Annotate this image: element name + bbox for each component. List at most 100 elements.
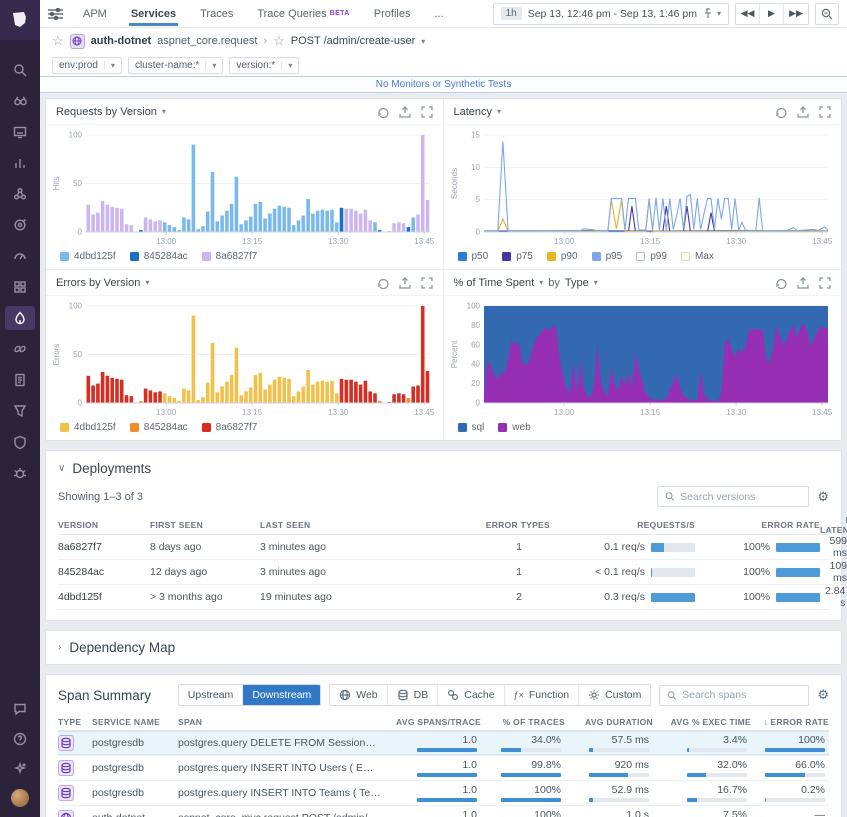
deployments-settings-gear-icon[interactable]: ⚙ [817, 489, 829, 505]
chevron-down-icon[interactable]: ▾ [162, 107, 166, 116]
column-header[interactable]: REQUESTS/S [550, 520, 695, 530]
latency-chart-title[interactable]: Latency [454, 106, 493, 118]
chart-type-icon[interactable] [377, 277, 389, 289]
time-spent-chart[interactable]: 020406080100Percent13:0013:1513:3013:45 [450, 298, 834, 418]
time-back-button[interactable]: ◀◀ [736, 4, 760, 24]
sidebar-item-service-map[interactable] [5, 337, 35, 361]
spans-settings-gear-icon[interactable]: ⚙ [817, 687, 829, 703]
tab-apm[interactable]: APM [73, 2, 117, 25]
fullscreen-icon[interactable] [819, 277, 831, 289]
monitors-banner[interactable]: No Monitors or Synthetic Tests [40, 76, 847, 93]
sidebar-item-errors[interactable] [5, 461, 35, 485]
legend-item-845284ac[interactable]: 845284ac [130, 422, 188, 433]
tab-trace-queries[interactable]: Trace QueriesBETA [247, 2, 359, 25]
requests-chart-title[interactable]: Requests by Version [56, 106, 157, 118]
favorite-resource-star-icon[interactable]: ☆ [273, 33, 285, 49]
filter-function-button[interactable]: ƒ×Function [505, 685, 580, 705]
chevron-down-icon[interactable]: ▾ [145, 278, 149, 287]
filter-web-button[interactable]: Web [330, 685, 387, 705]
tab--[interactable]: ... [424, 2, 453, 25]
column-header[interactable]: AVG % EXEC TIME [653, 717, 751, 727]
column-header[interactable]: LAST SEEN [260, 520, 410, 530]
legend-item-p99[interactable]: p99 [636, 251, 667, 262]
column-header[interactable]: ERROR RATE [695, 520, 820, 530]
span-name[interactable]: postgres.query DELETE FROM Sessions WHER… [178, 737, 389, 749]
span-name[interactable]: aspnet_core_mvc.request POST /admin/crea… [178, 812, 389, 817]
sidebar-item-watchdog[interactable] [5, 89, 35, 113]
chevron-down-icon[interactable]: ▾ [594, 278, 598, 287]
sidebar-item-monitors[interactable] [5, 244, 35, 268]
table-row[interactable]: auth-dotnetaspnet_core_mvc.request POST … [58, 806, 829, 817]
table-row[interactable]: 845284ac12 days ago3 minutes ago1< 0.1 r… [58, 560, 829, 585]
chevron-down-icon[interactable]: ▾ [539, 278, 543, 287]
sidebar-item-shortcuts[interactable] [5, 759, 35, 779]
sidebar-item-logs[interactable] [5, 368, 35, 392]
span-name[interactable]: postgres.query INSERT INTO Users ( Email… [178, 762, 389, 774]
filter-pill-version[interactable]: version:*▾ [229, 57, 299, 74]
deployments-collapse-icon[interactable]: ∨ [58, 463, 65, 474]
tab-services[interactable]: Services [121, 2, 186, 25]
chevron-down-icon[interactable]: ▾ [104, 61, 115, 70]
sidebar-item-metrics[interactable] [5, 151, 35, 175]
sidebar-item-infrastructure[interactable] [5, 182, 35, 206]
legend-item-p95[interactable]: p95 [592, 251, 623, 262]
errors-chart-title[interactable]: Errors by Version [56, 277, 140, 289]
time-spent-group-select[interactable]: Type [565, 277, 589, 289]
filter-cache-button[interactable]: Cache [438, 685, 504, 705]
table-row[interactable]: 8a6827f78 days ago3 minutes ago10.1 req/… [58, 535, 829, 560]
sidebar-item-apm[interactable] [5, 306, 35, 330]
chevron-down-icon[interactable]: ▾ [281, 61, 292, 70]
dependency-map-title[interactable]: Dependency Map [69, 640, 175, 655]
export-icon[interactable] [399, 106, 411, 118]
sidebar-item-ci-pipelines[interactable] [5, 399, 35, 423]
chart-type-icon[interactable] [377, 106, 389, 118]
export-icon[interactable] [797, 106, 809, 118]
legend-item-sql[interactable]: sql [458, 422, 485, 433]
upstream-toggle-button[interactable]: Upstream [179, 685, 244, 705]
table-row[interactable]: 4dbd125f> 3 months ago19 minutes ago20.3… [58, 585, 829, 610]
sidebar-item-security[interactable] [5, 430, 35, 454]
requests-by-version-chart[interactable]: 050100Hits13:0013:1513:3013:45 [52, 127, 436, 247]
column-header[interactable]: AVG SPANS/TRACE [389, 717, 481, 727]
spans-search[interactable] [659, 685, 809, 706]
sidebar-item-dashboards[interactable] [5, 120, 35, 144]
sidebar-item-chat[interactable] [5, 699, 35, 719]
fullscreen-icon[interactable] [421, 106, 433, 118]
errors-by-version-chart[interactable]: 050100Errors13:0013:1513:3013:45 [52, 298, 436, 418]
column-header[interactable]: P95 LATENCY [820, 515, 847, 535]
column-header[interactable]: FIRST SEEN [150, 520, 260, 530]
sidebar-item-help[interactable] [5, 729, 35, 749]
legend-item-Max[interactable]: Max [681, 251, 714, 262]
table-row[interactable]: postgresdbpostgres.query DELETE FROM Ses… [58, 731, 829, 756]
breadcrumb-service[interactable]: auth-dotnet [91, 35, 151, 47]
tab-traces[interactable]: Traces [190, 2, 243, 25]
filter-pill-env[interactable]: env:prod▾ [52, 57, 122, 74]
legend-item-web[interactable]: web [498, 422, 530, 433]
filter-custom-button[interactable]: Custom [579, 685, 650, 705]
versions-search[interactable] [657, 486, 809, 507]
dependency-map-expand-icon[interactable]: › [58, 642, 61, 653]
column-header[interactable]: ERROR TYPES [410, 520, 550, 530]
legend-item-p75[interactable]: p75 [502, 251, 533, 262]
time-range-picker[interactable]: 1h Sep 13, 12:46 pm - Sep 13, 1:46 pm ▾ [493, 3, 729, 25]
export-icon[interactable] [399, 277, 411, 289]
tab-profiles[interactable]: Profiles [364, 2, 421, 25]
fullscreen-icon[interactable] [819, 106, 831, 118]
legend-item-p90[interactable]: p90 [547, 251, 578, 262]
breadcrumb-operation[interactable]: aspnet_core.request [157, 35, 257, 47]
filter-pill-cluster-name[interactable]: cluster-name:*▾ [128, 57, 223, 74]
chevron-down-icon[interactable]: ▾ [717, 9, 721, 18]
user-avatar[interactable] [11, 789, 29, 807]
datadog-logo-icon[interactable] [0, 0, 40, 40]
latency-chart[interactable]: 051015Seconds13:0013:1513:3013:45 [450, 127, 834, 247]
legend-item-8a6827f7[interactable]: 8a6827f7 [202, 422, 258, 433]
filter-db-button[interactable]: DB [388, 685, 439, 705]
span-name[interactable]: postgres.query INSERT INTO Teams ( Team_… [178, 787, 389, 799]
legend-item-p50[interactable]: p50 [458, 251, 489, 262]
spans-search-input[interactable] [682, 689, 801, 701]
legend-item-845284ac[interactable]: 845284ac [130, 251, 188, 262]
favorite-service-star-icon[interactable]: ☆ [52, 33, 64, 49]
legend-item-4dbd125f[interactable]: 4dbd125f [60, 422, 116, 433]
table-row[interactable]: postgresdbpostgres.query INSERT INTO Tea… [58, 781, 829, 806]
sidebar-item-synthetics[interactable] [5, 213, 35, 237]
